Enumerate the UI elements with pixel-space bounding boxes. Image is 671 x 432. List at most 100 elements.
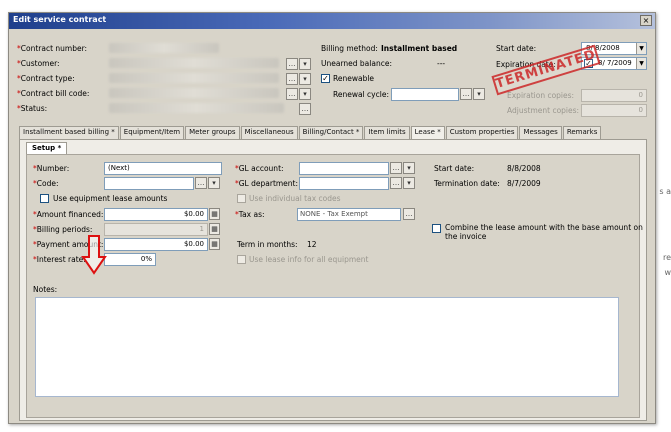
billing-periods-spinner-icon[interactable]: ▦ bbox=[209, 223, 220, 235]
renewal-cycle-input[interactable] bbox=[391, 88, 459, 101]
tab-miscellaneous[interactable]: Miscellaneous bbox=[240, 126, 298, 139]
adjustment-copies-value: 0 bbox=[638, 106, 643, 114]
amount-financed-label: *Amount financed: bbox=[33, 210, 104, 219]
notes-textarea[interactable] bbox=[35, 297, 619, 397]
bill-code-dropdown-button[interactable]: ▾ bbox=[299, 88, 311, 100]
expiration-date-value: 8/ 7/2009 bbox=[598, 59, 632, 67]
edit-service-contract-window: Edit service contract × *Contract number… bbox=[8, 12, 656, 424]
number-value: (Next) bbox=[108, 164, 130, 172]
background-text-1: s a bbox=[659, 187, 671, 196]
customer-value bbox=[109, 58, 279, 68]
lease-tab-panel: Setup * *Number: (Next) *Code: … ▾ Use e… bbox=[19, 139, 647, 421]
tab-setup[interactable]: Setup * bbox=[26, 142, 68, 154]
customer-dropdown-button[interactable]: ▾ bbox=[299, 58, 311, 70]
background-text-2: re bbox=[662, 253, 671, 262]
use-lease-info-label: Use lease info for all equipment bbox=[249, 255, 369, 264]
gl-account-lookup-button[interactable]: … bbox=[390, 162, 402, 174]
renewable-checkbox[interactable]: ✓ bbox=[321, 74, 330, 83]
gl-account-label: *GL account: bbox=[235, 164, 284, 173]
customer-lookup-button[interactable]: … bbox=[286, 58, 298, 70]
code-dropdown-button[interactable]: ▾ bbox=[208, 177, 220, 189]
combine-lease-amount-checkbox[interactable] bbox=[432, 224, 441, 233]
use-lease-info-checkbox[interactable] bbox=[237, 255, 246, 264]
termination-date-value: 8/7/2009 bbox=[507, 179, 541, 188]
interest-rate-value: 0% bbox=[140, 255, 152, 263]
expiration-date-dropdown-icon[interactable]: ▼ bbox=[636, 58, 646, 69]
tab-item-limits[interactable]: Item limits bbox=[364, 126, 410, 139]
term-in-months-value: 12 bbox=[307, 240, 317, 249]
use-equipment-lease-label: Use equipment lease amounts bbox=[53, 194, 168, 203]
setup-start-date-value: 8/8/2008 bbox=[507, 164, 541, 173]
billing-periods-value: 1 bbox=[199, 225, 204, 233]
billing-periods-input[interactable]: 1 bbox=[104, 223, 208, 236]
renewable-label: Renewable bbox=[333, 74, 375, 83]
title-bar[interactable]: Edit service contract × bbox=[9, 13, 655, 29]
amount-financed-input[interactable]: $0.00 bbox=[104, 208, 208, 221]
termination-date-label: Termination date: bbox=[434, 179, 500, 188]
tab-remarks[interactable]: Remarks bbox=[562, 126, 602, 139]
use-individual-tax-checkbox[interactable] bbox=[237, 194, 246, 203]
interest-rate-input[interactable]: 0% bbox=[104, 253, 156, 266]
gl-department-dropdown-button[interactable]: ▾ bbox=[403, 177, 415, 189]
unearned-balance-value: --- bbox=[437, 59, 446, 68]
contract-bill-code-label: *Contract bill code: bbox=[17, 89, 90, 98]
tab-equipment-item[interactable]: Equipment/Item bbox=[119, 126, 185, 139]
amount-financed-value: $0.00 bbox=[183, 210, 204, 218]
customer-label: *Customer: bbox=[17, 59, 60, 68]
adjustment-copies-input[interactable]: 0 bbox=[581, 104, 647, 117]
gl-account-dropdown-button[interactable]: ▾ bbox=[403, 162, 415, 174]
gl-department-lookup-button[interactable]: … bbox=[390, 177, 402, 189]
background-text-3: w bbox=[664, 268, 671, 277]
code-lookup-button[interactable]: … bbox=[195, 177, 207, 189]
expiration-copies-value: 0 bbox=[638, 91, 643, 99]
contract-number-label: *Contract number: bbox=[17, 44, 88, 53]
tab-billing-contact[interactable]: Billing/Contact * bbox=[298, 126, 364, 139]
gl-account-input[interactable] bbox=[299, 162, 389, 175]
tab-installment-based-billing[interactable]: Installment based billing * bbox=[19, 126, 119, 139]
contract-type-dropdown-button[interactable]: ▾ bbox=[299, 73, 311, 85]
gl-department-input[interactable] bbox=[299, 177, 389, 190]
contract-number-value bbox=[109, 43, 219, 53]
contract-bill-code-value bbox=[109, 88, 279, 98]
status-lookup-button[interactable]: … bbox=[299, 103, 311, 115]
use-equipment-lease-checkbox[interactable] bbox=[40, 194, 49, 203]
contract-type-label: *Contract type: bbox=[17, 74, 75, 83]
number-label: *Number: bbox=[33, 164, 70, 173]
adjustment-copies-label: Adjustment copies: bbox=[507, 106, 580, 115]
number-input[interactable]: (Next) bbox=[104, 162, 222, 175]
billing-method-label: Billing method: bbox=[321, 44, 378, 53]
notes-label: Notes: bbox=[33, 285, 58, 294]
renewal-cycle-lookup-button[interactable]: … bbox=[460, 88, 472, 100]
status-value bbox=[109, 103, 284, 113]
renewal-cycle-dropdown-button[interactable]: ▾ bbox=[473, 88, 485, 100]
use-individual-tax-label: Use individual tax codes bbox=[249, 194, 341, 203]
combine-lease-amount-label-line-2: the invoice bbox=[445, 232, 487, 241]
payment-amount-input[interactable]: $0.00 bbox=[104, 238, 208, 251]
start-date-label: Start date: bbox=[496, 44, 537, 53]
status-label: *Status: bbox=[17, 104, 48, 113]
tax-as-lookup-button[interactable]: … bbox=[403, 208, 415, 220]
tax-as-input[interactable]: NONE - Tax Exempt bbox=[297, 208, 401, 221]
contract-type-lookup-button[interactable]: … bbox=[286, 73, 298, 85]
tab-messages[interactable]: Messages bbox=[519, 126, 562, 139]
close-button[interactable]: × bbox=[640, 15, 652, 26]
code-label: *Code: bbox=[33, 179, 59, 188]
tab-custom-properties[interactable]: Custom properties bbox=[445, 126, 519, 139]
combine-lease-amount-label: Combine the lease amount with the base a… bbox=[445, 223, 643, 232]
interest-rate-label: *Interest rate: bbox=[33, 255, 86, 264]
bill-code-lookup-button[interactable]: … bbox=[286, 88, 298, 100]
red-arrow-annotation bbox=[81, 235, 107, 275]
expiration-copies-input[interactable]: 0 bbox=[581, 89, 647, 102]
payment-amount-calculator-icon[interactable]: ▦ bbox=[209, 238, 220, 250]
code-input[interactable] bbox=[104, 177, 194, 190]
unearned-balance-label: Unearned balance: bbox=[321, 59, 392, 68]
window-title: Edit service contract bbox=[13, 15, 107, 24]
start-date-dropdown-icon[interactable]: ▼ bbox=[636, 43, 646, 54]
tab-lease[interactable]: Lease * bbox=[410, 126, 445, 140]
contract-type-value bbox=[109, 73, 279, 83]
tab-meter-groups[interactable]: Meter groups bbox=[185, 126, 240, 139]
term-in-months-label: Term in months: bbox=[237, 240, 298, 249]
expiration-copies-label: Expiration copies: bbox=[507, 91, 575, 100]
renewal-cycle-label: Renewal cycle: bbox=[333, 90, 389, 99]
amount-financed-calculator-icon[interactable]: ▦ bbox=[209, 208, 220, 220]
